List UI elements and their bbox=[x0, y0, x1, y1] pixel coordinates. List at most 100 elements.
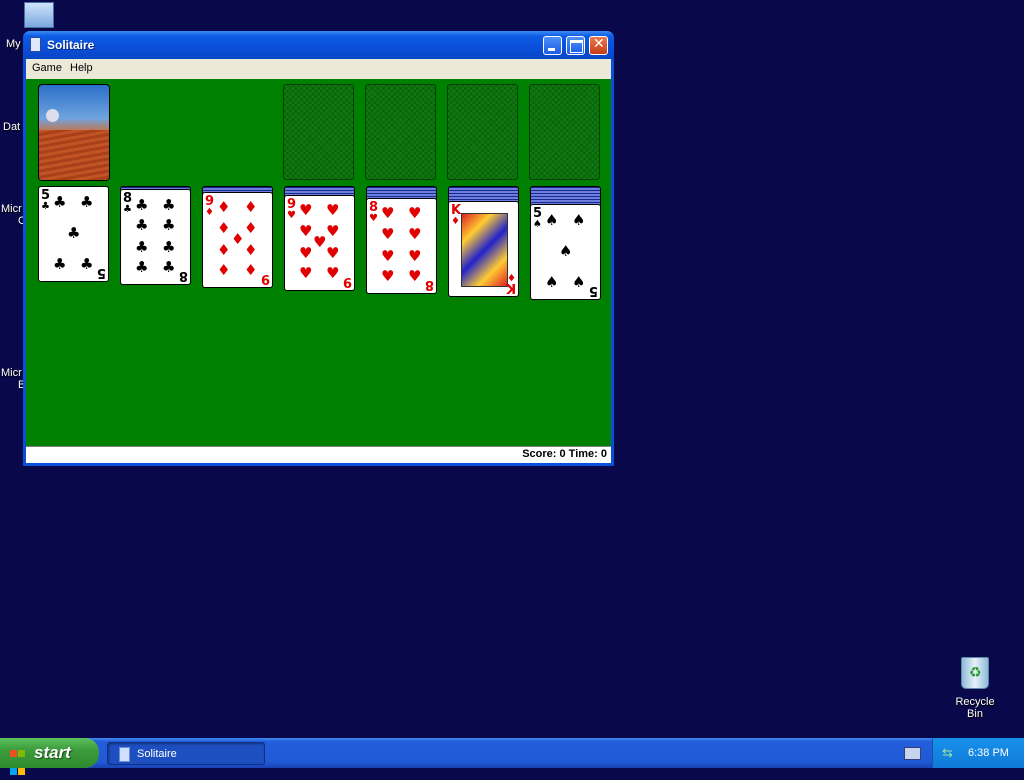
diamond-icon: ♦ bbox=[205, 207, 214, 218]
window-title: Solitaire bbox=[47, 38, 95, 52]
card-rank: 8 bbox=[424, 277, 434, 292]
title-bar[interactable]: Solitaire ✕ bbox=[23, 31, 614, 59]
desktop-icon-label: My bbox=[6, 38, 21, 50]
solitaire-icon bbox=[30, 37, 42, 52]
tableau-card-4[interactable]: 9 ♥ ♥ ♥ ♥ ♥ ♥ ♥ ♥ ♥ ♥ 9 bbox=[284, 195, 355, 291]
diamond-icon: ♦ bbox=[451, 216, 460, 227]
game-table: 5 ♣ ♣ ♣ ♣ ♣ ♣ 5 8 ♣ ♣ ♣ ♣ ♣ ♣ ♣ ♣ ♣ 8 9 … bbox=[26, 79, 611, 446]
minimize-button[interactable] bbox=[543, 36, 562, 55]
card-rank: 8 bbox=[178, 268, 188, 283]
club-icon: ♣ bbox=[123, 204, 132, 215]
network-icon[interactable]: ⇆ bbox=[942, 745, 953, 761]
card-rank: 5 bbox=[588, 283, 598, 298]
heart-icon: ♥ bbox=[299, 264, 313, 282]
heart-icon: ♥ bbox=[326, 201, 340, 219]
club-icon: ♣ bbox=[53, 255, 67, 273]
tableau-card-5[interactable]: 8 ♥ ♥ ♥ ♥ ♥ ♥ ♥ ♥ ♥ 8 bbox=[366, 198, 437, 294]
heart-icon: ♥ bbox=[381, 204, 395, 222]
keyboard-icon[interactable] bbox=[904, 747, 921, 760]
diamond-icon: ♦ bbox=[244, 219, 258, 237]
club-icon: ♣ bbox=[135, 258, 149, 276]
status-bar: Score: 0 Time: 0 bbox=[26, 446, 611, 463]
desktop-icon-recycle-bin[interactable]: ♻ Recycle Bin bbox=[946, 657, 1004, 720]
heart-icon: ♥ bbox=[408, 204, 422, 222]
close-icon: ✕ bbox=[593, 36, 605, 52]
solitaire-icon bbox=[119, 747, 130, 762]
diamond-icon: ♦ bbox=[244, 198, 258, 216]
club-icon: ♣ bbox=[53, 193, 67, 211]
foundation-slot-4[interactable] bbox=[529, 84, 600, 180]
diamond-icon: ♦ bbox=[217, 198, 231, 216]
desktop-icon-data[interactable]: Dat bbox=[3, 121, 20, 133]
foundation-slot-1[interactable] bbox=[283, 84, 354, 180]
diamond-icon: ♦ bbox=[217, 241, 231, 259]
club-icon: ♣ bbox=[162, 216, 176, 234]
heart-icon: ♥ bbox=[408, 225, 422, 243]
score-time-readout: Score: 0 Time: 0 bbox=[522, 448, 607, 460]
foundation-slot-2[interactable] bbox=[365, 84, 436, 180]
card-rank: K bbox=[505, 280, 516, 295]
taskbar-button-solitaire[interactable]: Solitaire bbox=[107, 742, 265, 765]
club-icon: ♣ bbox=[135, 216, 149, 234]
heart-icon: ♥ bbox=[381, 247, 395, 265]
clock[interactable]: 6:38 PM bbox=[968, 747, 1009, 759]
heart-icon: ♥ bbox=[369, 213, 378, 224]
heart-icon: ♥ bbox=[326, 264, 340, 282]
spade-icon: ♠ bbox=[545, 211, 559, 229]
card-rank: 9 bbox=[342, 274, 352, 289]
heart-icon: ♥ bbox=[299, 244, 313, 262]
tableau-card-6[interactable]: K ♦ K ♦ bbox=[448, 201, 519, 297]
start-label: start bbox=[34, 743, 71, 762]
maximize-icon bbox=[570, 40, 583, 53]
heart-icon: ♥ bbox=[326, 244, 340, 262]
spade-icon: ♠ bbox=[559, 242, 573, 260]
menu-help[interactable]: Help bbox=[70, 62, 93, 74]
stock-pile[interactable] bbox=[38, 84, 110, 181]
club-icon: ♣ bbox=[135, 196, 149, 214]
close-button[interactable]: ✕ bbox=[589, 36, 608, 55]
menu-game[interactable]: Game bbox=[32, 62, 62, 74]
club-icon: ♣ bbox=[80, 255, 94, 273]
diamond-icon: ♦ bbox=[231, 230, 245, 248]
desktop-icon-label: Dat bbox=[3, 121, 21, 133]
heart-icon: ♥ bbox=[287, 210, 296, 221]
club-icon: ♣ bbox=[67, 224, 81, 242]
diamond-icon: ♦ bbox=[244, 241, 258, 259]
club-icon: ♣ bbox=[162, 196, 176, 214]
heart-icon: ♥ bbox=[326, 222, 340, 240]
spade-icon: ♠ bbox=[572, 273, 586, 291]
spade-icon: ♠ bbox=[533, 219, 542, 230]
heart-icon: ♥ bbox=[408, 247, 422, 265]
card-rank: 9 bbox=[260, 271, 270, 286]
tableau-card-2[interactable]: 8 ♣ ♣ ♣ ♣ ♣ ♣ ♣ ♣ ♣ 8 bbox=[120, 189, 191, 285]
desktop-icon-label: Micr bbox=[1, 367, 22, 379]
heart-icon: ♥ bbox=[408, 267, 422, 285]
desktop-icon-microsoft-2[interactable]: Micr B bbox=[1, 367, 25, 391]
tableau-card-3[interactable]: 9 ♦ ♦ ♦ ♦ ♦ ♦ ♦ ♦ ♦ ♦ 9 bbox=[202, 192, 273, 288]
club-icon: ♣ bbox=[80, 193, 94, 211]
recycle-bin-label: Recycle Bin bbox=[955, 696, 995, 720]
windows-flag-icon bbox=[10, 744, 25, 780]
minimize-icon bbox=[548, 48, 555, 51]
tableau-card-1[interactable]: 5 ♣ ♣ ♣ ♣ ♣ ♣ 5 bbox=[38, 186, 109, 282]
club-icon: ♣ bbox=[41, 201, 50, 212]
taskbar-button-label: Solitaire bbox=[137, 748, 177, 760]
heart-icon: ♥ bbox=[313, 233, 327, 251]
club-icon: ♣ bbox=[162, 238, 176, 256]
recycle-bin-icon: ♻ bbox=[961, 657, 989, 689]
start-button[interactable]: start bbox=[0, 738, 99, 775]
heart-icon: ♥ bbox=[299, 222, 313, 240]
foundation-slot-3[interactable] bbox=[447, 84, 518, 180]
moon-graphic bbox=[46, 109, 59, 122]
desert-graphic bbox=[39, 130, 109, 180]
menu-bar: Game Help bbox=[26, 59, 611, 79]
club-icon: ♣ bbox=[162, 258, 176, 276]
tableau-card-7[interactable]: 5 ♠ ♠ ♠ ♠ ♠ ♠ 5 bbox=[530, 204, 601, 300]
heart-icon: ♥ bbox=[381, 267, 395, 285]
maximize-button[interactable] bbox=[566, 36, 585, 55]
king-portrait bbox=[461, 213, 508, 287]
desktop-icon-label: B bbox=[18, 379, 26, 391]
taskbar: start Solitaire ⇆ 6:38 PM bbox=[0, 738, 1024, 775]
solitaire-window: Solitaire ✕ Game Help 5 ♣ ♣ ♣ ♣ ♣ ♣ 5 8 … bbox=[23, 31, 614, 466]
computer-icon bbox=[24, 2, 54, 28]
